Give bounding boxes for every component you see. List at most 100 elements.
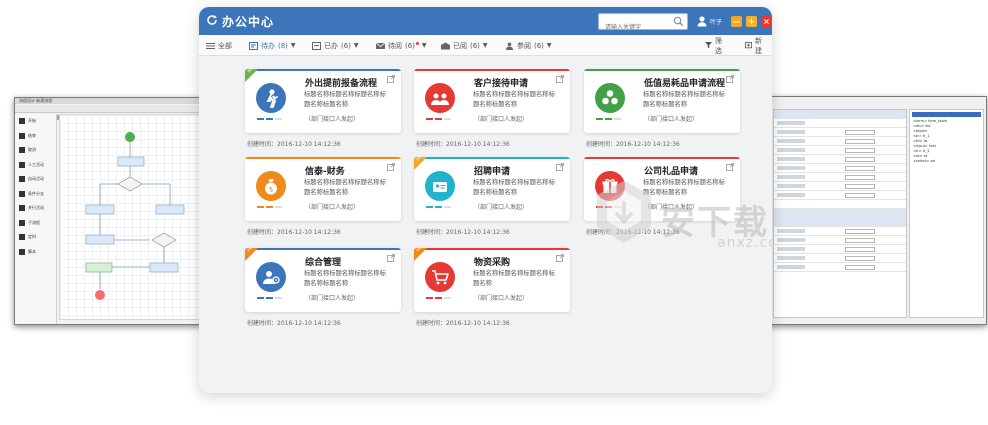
process-card[interactable]: HOT物资采购标题名称标题名称标题名称标题名称（部门接口人发起）	[414, 248, 570, 312]
palette-item[interactable]: 取消	[15, 143, 56, 158]
recruit-icon	[433, 182, 447, 192]
palette-item[interactable]: 人工活动	[15, 158, 56, 173]
chevron-down-icon: ▼	[353, 42, 359, 49]
tab-read[interactable]: 已阅 (6) ▼	[441, 35, 488, 56]
card-accent-line	[245, 69, 401, 71]
form-row	[774, 155, 906, 164]
process-card[interactable]: 客户接待申请 标题名称标题名称标题名称标题名称标题名称 （部门接口人发起）	[414, 69, 570, 133]
form-row	[774, 218, 906, 227]
chevron-down-icon: ▼	[290, 42, 296, 49]
money-bag-icon: $	[265, 179, 277, 195]
card-title: 信泰-财务	[305, 167, 345, 177]
palette-item[interactable]: 并行活动	[15, 201, 56, 216]
process-card-item: 低值易耗品申请流程 标题名称标题名称标题名称标题名称标题名称 （部门接口人发起） 创建…	[584, 69, 740, 148]
card-description: 标题名称标题名称标题名称标题名称标题名称	[304, 270, 386, 287]
search-icon[interactable]	[673, 16, 684, 27]
process-card-item: NEW外出提前报备流程标题名称标题名称标题名称标题名称标题名称（部门接口人发起）…	[245, 69, 401, 148]
form-row	[774, 173, 906, 182]
palette-item[interactable]: 脚本	[15, 245, 56, 260]
palette-icon	[19, 176, 25, 183]
process-card[interactable]: HOT综合管理标题名称标题名称标题名称标题名称标题名称（部门接口人发起）	[245, 248, 401, 312]
tab-label: 参阅	[517, 41, 531, 50]
palette-icon	[19, 190, 25, 197]
tab-count: (6)	[405, 41, 415, 50]
process-card[interactable]: 低值易耗品申请流程 标题名称标题名称标题名称标题名称标题名称 （部门接口人发起）	[584, 69, 740, 133]
open-external-icon[interactable]	[726, 75, 734, 83]
tab-todo[interactable]: 待办 (8) ▼	[249, 35, 296, 56]
user-avatar-icon	[697, 16, 707, 27]
process-card[interactable]: NEW外出提前报备流程标题名称标题名称标题名称标题名称标题名称（部门接口人发起）	[245, 69, 401, 133]
palette-item[interactable]: 子流程	[15, 216, 56, 231]
card-title: 招聘申请	[474, 167, 511, 177]
manage-icon	[263, 271, 280, 284]
tab-count: (8)	[278, 41, 288, 50]
open-external-icon[interactable]	[556, 75, 564, 83]
minimize-button[interactable]: —	[731, 16, 742, 27]
tab-count: (6)	[534, 41, 544, 50]
list-icon	[206, 42, 215, 49]
open-external-icon[interactable]	[556, 163, 564, 171]
refresh-icon[interactable]	[205, 13, 219, 27]
form-row	[774, 236, 906, 245]
filter-button[interactable]: 筛选	[705, 35, 722, 56]
created-time-label: 创建时间：	[586, 141, 617, 148]
tab-all[interactable]: 全部	[206, 35, 232, 56]
tab-done[interactable]: 已办 (6) ▼	[312, 35, 359, 56]
card-indicator-bars	[426, 118, 451, 120]
open-external-icon[interactable]	[387, 75, 395, 83]
watermark: 安下载 anxz.com	[589, 167, 772, 262]
form-row	[774, 137, 906, 146]
card-department: （部门接口人发起）	[305, 116, 360, 123]
open-external-icon[interactable]	[556, 254, 564, 262]
maximize-button[interactable]: +	[746, 16, 757, 27]
card-accent-line	[245, 157, 401, 159]
designer-palette: 开始 结束 取消 人工活动 自动活动 条件分支 并行活动 子流程 定时 脚本	[15, 114, 57, 324]
card-created-time: 创建时间：2016-12-10 14:12:36	[245, 227, 401, 236]
user-menu[interactable]: 叶子	[696, 15, 722, 27]
card-accent-line	[584, 69, 740, 71]
unread-badge	[415, 41, 419, 45]
palette-item[interactable]: 定时	[15, 230, 56, 245]
form-row	[774, 128, 906, 137]
created-time-label: 创建时间：	[416, 320, 447, 327]
form-row	[774, 200, 906, 209]
open-external-icon[interactable]	[387, 254, 395, 262]
chevron-down-icon: ▼	[546, 42, 552, 49]
form-row	[774, 245, 906, 254]
form-row	[774, 182, 906, 191]
tab-cc[interactable]: 参阅 (6) ▼	[505, 35, 552, 56]
palette-item[interactable]: 条件分支	[15, 187, 56, 202]
palette-item[interactable]: 结束	[15, 129, 56, 144]
svg-text:$: $	[269, 186, 273, 194]
tab-label: 已阅	[453, 41, 467, 50]
palette-icon	[19, 147, 25, 154]
tree-selected-node[interactable]	[912, 112, 981, 117]
tab-to-read[interactable]: 待阅 (6) ▼	[376, 35, 427, 56]
open-external-icon[interactable]	[387, 163, 395, 171]
card-accent-line	[245, 248, 401, 250]
form-row	[774, 110, 906, 119]
card-icon-circle	[595, 83, 625, 113]
form-row	[774, 209, 906, 218]
app-title: 办公中心	[222, 15, 275, 29]
close-button[interactable]: ×	[761, 16, 772, 27]
search-input[interactable]	[599, 20, 671, 35]
process-card[interactable]: HOT招聘申请标题名称标题名称标题名称标题名称标题名称（部门接口人发起）	[414, 157, 570, 221]
created-time-value: 2016-12-10 14:12:36	[277, 229, 341, 236]
form-canvas[interactable]	[773, 109, 907, 318]
card-department: （部门接口人发起）	[305, 204, 360, 211]
card-indicator-bars	[257, 297, 282, 299]
card-title: 综合管理	[305, 258, 342, 268]
new-label: 新建	[755, 36, 762, 55]
palette-icon	[19, 205, 25, 212]
process-card-item: HOT招聘申请标题名称标题名称标题名称标题名称标题名称（部门接口人发起）创建时间…	[414, 157, 570, 236]
card-description: 标题名称标题名称标题名称标题名称标题名称	[473, 91, 555, 108]
new-button[interactable]: 新建	[745, 35, 762, 56]
tree-node[interactable]: <select> sel	[910, 159, 983, 164]
card-indicator-bars	[257, 206, 282, 208]
card-indicator-bars	[426, 206, 451, 208]
person-icon	[506, 42, 513, 50]
process-card[interactable]: $ 信泰-财务 标题名称标题名称标题名称标题名称标题名称 （部门接口人发起）	[245, 157, 401, 221]
palette-item[interactable]: 自动活动	[15, 172, 56, 187]
palette-item[interactable]: 开始	[15, 114, 56, 129]
